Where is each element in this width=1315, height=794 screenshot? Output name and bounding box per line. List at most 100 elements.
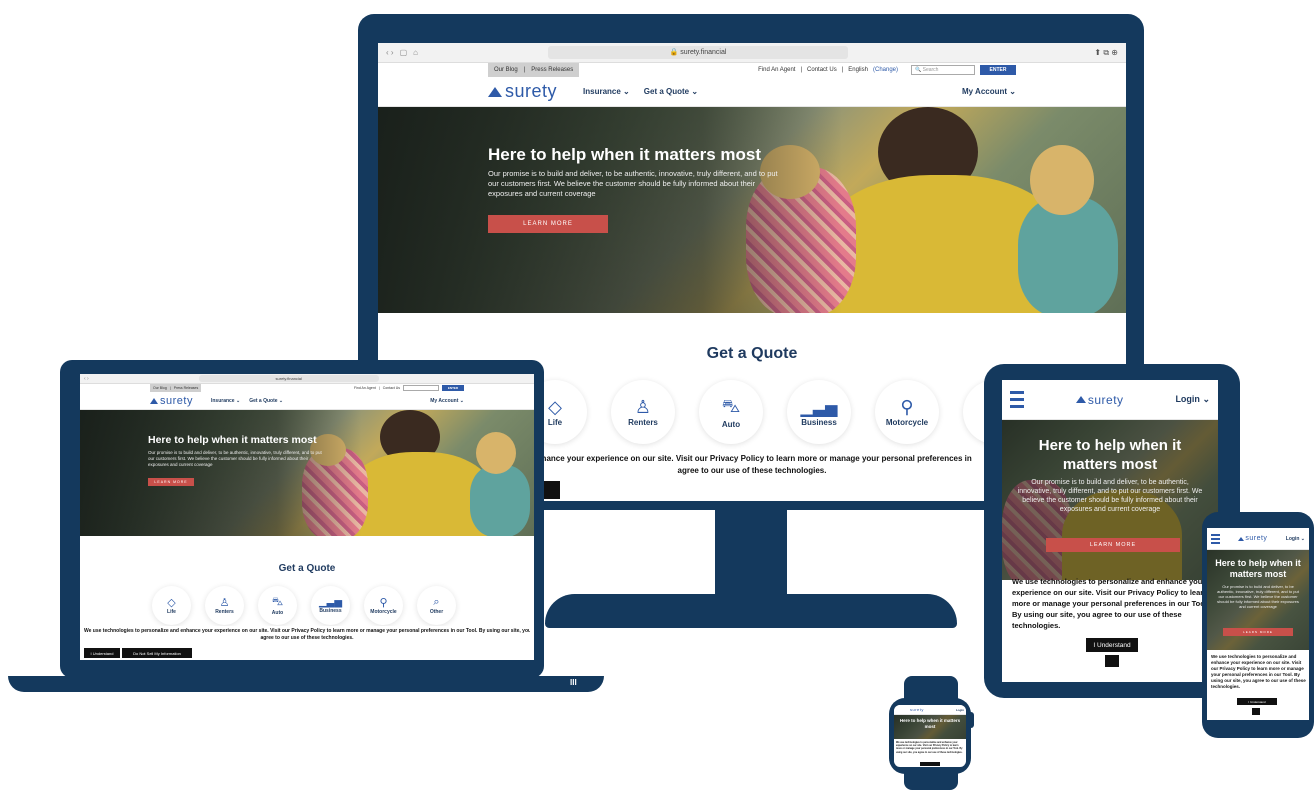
site-header-phone: surety Login ⌄ bbox=[1207, 528, 1309, 550]
quote-option-motorcycle[interactable]: ⚲ Motorcycle bbox=[875, 380, 939, 444]
search-input[interactable]: 🔍 Search bbox=[911, 65, 975, 75]
understand-button-tablet[interactable]: I Understand bbox=[1086, 638, 1138, 652]
chart-icon: ▁▃▅ bbox=[318, 597, 343, 608]
hero-overlay bbox=[80, 410, 362, 536]
do-not-sell-button[interactable]: Do Not Sell My Information bbox=[122, 648, 192, 658]
nav-login[interactable]: Login ⌄ bbox=[1175, 394, 1210, 405]
surety-logo[interactable]: surety bbox=[1075, 393, 1124, 407]
phone-secondary-button[interactable] bbox=[1252, 708, 1260, 715]
address-bar-laptop[interactable]: surety.financial bbox=[198, 375, 379, 382]
monitor-stand bbox=[545, 594, 957, 628]
contact-link[interactable]: Contact Us bbox=[807, 67, 837, 73]
diamond-icon: ◇ bbox=[548, 397, 562, 417]
find-agent-link[interactable]: Find An Agent bbox=[354, 386, 376, 390]
tablet-screen: surety Login ⌄ Here to help when it matt… bbox=[1002, 380, 1218, 682]
contact-link[interactable]: Contact Us bbox=[383, 386, 400, 390]
address-bar[interactable]: 🔒 surety.financial bbox=[547, 46, 848, 59]
hero-banner-phone: Here to help when it matters most Our pr… bbox=[1207, 550, 1309, 650]
search-icon: 🔍 bbox=[915, 67, 922, 73]
hero-body: Our promise is to build and deliver, to … bbox=[1217, 584, 1299, 609]
understand-button-phone[interactable]: I Understand bbox=[1237, 698, 1277, 705]
quote-option-business[interactable]: ▁▃▅ Business bbox=[787, 380, 851, 444]
learn-more-button[interactable]: LEARN MORE bbox=[1223, 628, 1293, 636]
share-icon[interactable]: ⬆ ⧉ ⊕ bbox=[1094, 48, 1118, 58]
hero-banner-watch: Here to help when it matters most bbox=[894, 715, 966, 739]
car-icon: ⛍ bbox=[271, 595, 284, 608]
nav-my-account[interactable]: My Account ⌄ bbox=[430, 398, 464, 404]
quote-option-auto[interactable]: ⛍ Auto bbox=[699, 380, 763, 444]
search-input[interactable] bbox=[403, 385, 439, 391]
tablet-secondary-button[interactable] bbox=[1105, 655, 1119, 667]
laptop-screen: ‹ › surety.financial Our Blog | Press Rele… bbox=[80, 374, 534, 660]
quote-option-life[interactable]: ◇ Life bbox=[152, 586, 191, 625]
hero-banner-laptop: Here to help when it matters most Our pr… bbox=[80, 410, 534, 536]
home-icon[interactable]: ⌂ bbox=[413, 48, 418, 57]
nav-my-account[interactable]: My Account ⌄ bbox=[962, 87, 1016, 96]
nav-login[interactable]: Login ⌄ bbox=[1286, 536, 1305, 542]
hero-banner: Here to help when it matters most Our pr… bbox=[378, 107, 1126, 313]
hamburger-menu-icon[interactable] bbox=[1211, 533, 1220, 544]
surety-logo[interactable]: surety bbox=[1238, 535, 1267, 542]
search-icon: ⌕ bbox=[433, 596, 440, 608]
quote-option-other[interactable]: ⌕Other bbox=[417, 586, 456, 625]
enter-button[interactable]: ENTER bbox=[442, 385, 464, 391]
quote-option-renters[interactable]: ♙ Renters bbox=[611, 380, 675, 444]
utility-bar-laptop: Our Blog | Press Releases Find An Agent | Co… bbox=[80, 384, 534, 392]
quote-options: ◇ Life ♙ Renters ⛍ Auto ▁▃▅ Business ⚲ Motorc… bbox=[523, 380, 1027, 444]
quote-option-motorcycle[interactable]: ⚲ Motorcycle bbox=[364, 586, 403, 625]
browser-toolbar: ‹ › ▢ ⌂ 🔒 surety.financial ⬆ ⧉ ⊕ bbox=[378, 43, 1126, 63]
hero-photo-child-right bbox=[470, 465, 530, 536]
laptop-base-mark: III bbox=[570, 678, 577, 687]
quote-options-laptop: ◇ Life ♙ Renters ⛍ Auto ▁▃▅ Business ⚲ Motorc… bbox=[152, 586, 456, 625]
blog-link[interactable]: Our Blog bbox=[494, 67, 518, 73]
understand-button-laptop[interactable]: I Understand bbox=[84, 648, 120, 658]
learn-more-button[interactable]: LEARN MORE bbox=[488, 215, 608, 233]
sidebar-icon[interactable]: ▢ bbox=[400, 48, 408, 57]
surety-logo[interactable]: surety bbox=[910, 707, 924, 712]
quote-option-auto[interactable]: ⛍ Auto bbox=[258, 586, 297, 625]
hamburger-menu-icon[interactable] bbox=[1010, 391, 1024, 408]
nav-get-a-quote[interactable]: Get a Quote ⌄ bbox=[644, 87, 698, 96]
cookie-text-watch: We use technologies to personalize and e… bbox=[896, 741, 963, 754]
nav-insurance[interactable]: Insurance ⌄ bbox=[583, 87, 630, 96]
mountain-icon bbox=[1238, 536, 1245, 541]
cookie-text-tablet: We use technologies to personalize and e… bbox=[1012, 577, 1209, 630]
cookie-text-line2: agree to our use of these technologies. bbox=[260, 635, 354, 641]
watch-crown bbox=[968, 712, 974, 728]
motorcycle-icon: ⚲ bbox=[379, 597, 388, 609]
learn-more-button[interactable]: LEARN MORE bbox=[1046, 538, 1180, 552]
hero-photo-child-right-hair bbox=[476, 432, 516, 474]
nav-login[interactable]: Login bbox=[956, 708, 964, 712]
person-icon: ♙ bbox=[219, 597, 230, 609]
surety-logo[interactable]: surety bbox=[150, 395, 193, 407]
learn-more-button[interactable]: LEARN MORE bbox=[148, 478, 194, 486]
person-icon: ♙ bbox=[634, 397, 652, 417]
back-icon[interactable]: ‹ › bbox=[84, 376, 89, 382]
understand-button-watch[interactable] bbox=[920, 762, 940, 766]
back-icon[interactable]: ‹ › bbox=[386, 48, 394, 57]
quote-title: Get a Quote bbox=[278, 563, 336, 574]
change-language-link[interactable]: (Change) bbox=[873, 67, 898, 73]
hero-overlay bbox=[378, 107, 842, 313]
mountain-icon bbox=[150, 397, 158, 404]
car-icon: ⛍ bbox=[721, 395, 741, 416]
quote-option-business[interactable]: ▁▃▅ Business bbox=[311, 586, 350, 625]
press-link[interactable]: Press Releases bbox=[174, 386, 199, 390]
mountain-icon bbox=[1075, 396, 1086, 403]
diamond-icon: ◇ bbox=[167, 597, 176, 609]
quote-option-renters[interactable]: ♙ Renters bbox=[205, 586, 244, 625]
press-link[interactable]: Press Releases bbox=[531, 67, 573, 73]
surety-logo[interactable]: surety bbox=[488, 81, 557, 102]
site-header-watch: surety Login bbox=[894, 705, 966, 715]
cookie-text-line1: We use technologies to personalize and e… bbox=[84, 628, 530, 634]
nav-insurance[interactable]: Insurance ⌄ bbox=[211, 398, 240, 404]
blog-link[interactable]: Our Blog bbox=[153, 386, 167, 390]
utility-bar: Our Blog | Press Releases Find An Agent | … bbox=[378, 63, 1126, 77]
monitor-neck bbox=[715, 505, 787, 597]
find-agent-link[interactable]: Find An Agent bbox=[758, 67, 795, 73]
nav-get-a-quote[interactable]: Get a Quote ⌄ bbox=[249, 398, 283, 404]
hero-body: Our promise is to build and deliver, to … bbox=[1017, 479, 1203, 513]
hero-title: Here to help when it matters most bbox=[899, 718, 961, 729]
mountain-icon bbox=[488, 86, 502, 97]
enter-button[interactable]: ENTER bbox=[980, 65, 1016, 75]
